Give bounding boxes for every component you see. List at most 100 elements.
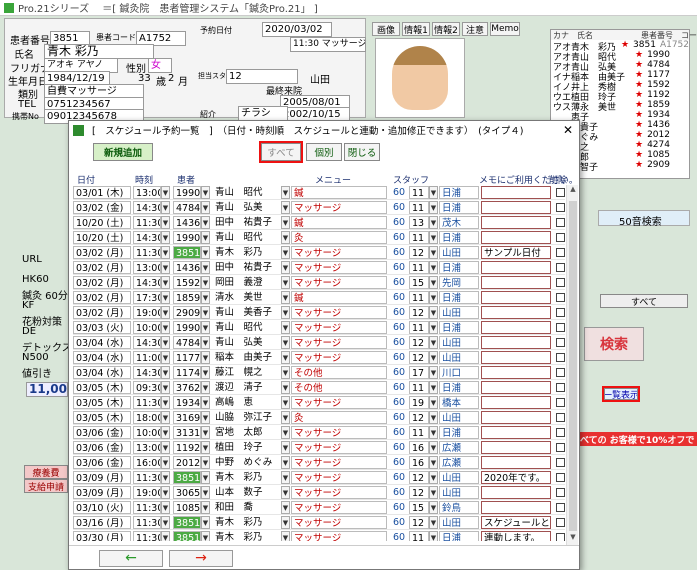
staff-name-field[interactable]: 日浦	[439, 231, 479, 244]
menu-field[interactable]: マッサージ	[291, 396, 387, 409]
patient-list-item[interactable]: アオ 青山 弘美 ★ 4784	[551, 60, 689, 73]
memo-field[interactable]	[481, 216, 551, 229]
staff-no-field[interactable]: 17	[409, 366, 429, 379]
staff-name-field[interactable]: 日浦	[439, 426, 479, 439]
date-field[interactable]: 03/02 (月)	[73, 246, 131, 259]
patient-dropdown-icon[interactable]: ▼	[201, 246, 210, 259]
staff-no-field[interactable]: 11	[409, 201, 429, 214]
staff-name-field[interactable]: 日浦	[439, 261, 479, 274]
time-dropdown-icon[interactable]: ▼	[161, 426, 170, 439]
patient-no-field[interactable]: 1177	[173, 351, 201, 364]
staff-dropdown-icon[interactable]: ▼	[429, 441, 438, 454]
delete-checkbox[interactable]	[556, 413, 565, 422]
date-field[interactable]: 03/02 (月)	[73, 261, 131, 274]
delete-checkbox[interactable]	[556, 338, 565, 347]
time-dropdown-icon[interactable]: ▼	[161, 441, 170, 454]
memo-field[interactable]	[481, 456, 551, 469]
patient-dropdown-icon[interactable]: ▼	[201, 276, 210, 289]
individual-button[interactable]: 個別	[306, 143, 342, 161]
patient-dropdown-icon[interactable]: ▼	[201, 501, 210, 514]
staff-name-field[interactable]: 山田	[439, 336, 479, 349]
time-dropdown-icon[interactable]: ▼	[161, 216, 170, 229]
patient-no-field[interactable]: 3065	[173, 486, 201, 499]
staff-no-field[interactable]: 12	[409, 411, 429, 424]
vertical-scrollbar[interactable]: ▲ ▼	[566, 185, 578, 545]
new-add-button[interactable]: 新規追加	[93, 143, 153, 161]
staff-dropdown-icon[interactable]: ▼	[429, 201, 438, 214]
delete-checkbox[interactable]	[556, 458, 565, 467]
staff-no-field[interactable]: 11	[409, 531, 429, 541]
patient-no-field[interactable]: 1859	[173, 291, 201, 304]
scroll-up-icon[interactable]: ▲	[567, 185, 579, 197]
memo-field[interactable]: 2020年です。	[481, 471, 551, 484]
staff-no-field[interactable]: 12	[409, 351, 429, 364]
menu-field[interactable]: マッサージ	[291, 246, 387, 259]
patient-no-field[interactable]: 1192	[173, 441, 201, 454]
menu-dropdown-icon[interactable]: ▼	[281, 486, 290, 499]
menu-dropdown-icon[interactable]: ▼	[281, 516, 290, 529]
menu-dropdown-icon[interactable]: ▼	[281, 381, 290, 394]
menu-field[interactable]: 灸	[291, 231, 387, 244]
staff-name-field[interactable]: 橋本	[439, 396, 479, 409]
time-field[interactable]: 19:00	[133, 306, 161, 319]
tab-image[interactable]: 画像	[372, 22, 400, 36]
patient-list-item[interactable]: アオ 青木 彩乃 ★ 3851 A1752	[551, 40, 689, 53]
staff-no-field[interactable]: 19	[409, 396, 429, 409]
menu-field[interactable]: マッサージ	[291, 321, 387, 334]
patient-no-field[interactable]: 1436	[173, 261, 201, 274]
memo-field[interactable]	[481, 276, 551, 289]
memo-field[interactable]	[481, 261, 551, 274]
time-field[interactable]: 19:00	[133, 486, 161, 499]
staff-no-field[interactable]: 15	[409, 501, 429, 514]
time-field[interactable]: 14:30	[133, 276, 161, 289]
staff-no-field[interactable]: 11	[409, 321, 429, 334]
staff-no-field[interactable]: 16	[409, 456, 429, 469]
patient-no-field[interactable]: 3851	[173, 531, 201, 541]
time-field[interactable]: 11:00	[133, 351, 161, 364]
staff-name-field[interactable]: 山田	[439, 246, 479, 259]
date-field[interactable]: 03/05 (木)	[73, 396, 131, 409]
memo-field[interactable]	[481, 321, 551, 334]
staff-no-field[interactable]: 12	[409, 246, 429, 259]
staff-name-field[interactable]: 山田	[439, 471, 479, 484]
list-display-button[interactable]: 一覧表示	[602, 386, 640, 402]
delete-checkbox[interactable]	[556, 293, 565, 302]
staff-name-field[interactable]: 日浦	[439, 201, 479, 214]
time-dropdown-icon[interactable]: ▼	[161, 366, 170, 379]
menu-field[interactable]: マッサージ	[291, 501, 387, 514]
delete-checkbox[interactable]	[556, 323, 565, 332]
tab-note[interactable]: 注意	[462, 22, 488, 36]
menu-dropdown-icon[interactable]: ▼	[281, 456, 290, 469]
menu-field[interactable]: 鍼	[291, 186, 387, 199]
date-field[interactable]: 03/16 (月)	[73, 516, 131, 529]
time-field[interactable]: 11:30	[133, 501, 161, 514]
memo-field[interactable]	[481, 186, 551, 199]
menu-field[interactable]: マッサージ	[291, 486, 387, 499]
time-field[interactable]: 14:30	[133, 366, 161, 379]
billing2-button[interactable]: 支給申請	[24, 479, 68, 493]
staff-dropdown-icon[interactable]: ▼	[429, 321, 438, 334]
patient-dropdown-icon[interactable]: ▼	[201, 381, 210, 394]
time-dropdown-icon[interactable]: ▼	[161, 351, 170, 364]
delete-checkbox[interactable]	[556, 353, 565, 362]
gender-field[interactable]: 女	[148, 58, 172, 73]
patient-no-field[interactable]: 1990	[173, 231, 201, 244]
time-dropdown-icon[interactable]: ▼	[161, 501, 170, 514]
date-field[interactable]: 03/04 (水)	[73, 351, 131, 364]
staff-no-field[interactable]: 11	[409, 381, 429, 394]
patient-dropdown-icon[interactable]: ▼	[201, 321, 210, 334]
patient-dropdown-icon[interactable]: ▼	[201, 471, 210, 484]
patient-no-field[interactable]: 3762	[173, 381, 201, 394]
time-dropdown-icon[interactable]: ▼	[161, 291, 170, 304]
staff-no-field[interactable]: 15	[409, 276, 429, 289]
time-field[interactable]: 11:30	[133, 531, 161, 541]
patient-dropdown-icon[interactable]: ▼	[201, 486, 210, 499]
time-field[interactable]: 13:00	[133, 186, 161, 199]
memo-field[interactable]	[481, 201, 551, 214]
delete-checkbox[interactable]	[556, 188, 565, 197]
reserve-date-field[interactable]: 2020/03/02	[262, 22, 332, 37]
staff-dropdown-icon[interactable]: ▼	[429, 501, 438, 514]
time-field[interactable]: 10:00	[133, 321, 161, 334]
staff-dropdown-icon[interactable]: ▼	[429, 456, 438, 469]
patient-dropdown-icon[interactable]: ▼	[201, 441, 210, 454]
